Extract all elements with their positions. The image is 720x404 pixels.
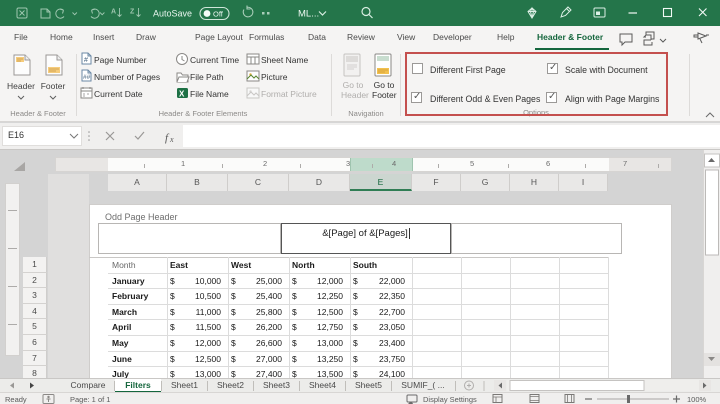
svg-text:ML...: ML... bbox=[298, 9, 319, 20]
svg-text:Footer: Footer bbox=[41, 81, 66, 91]
svg-text:#: # bbox=[84, 57, 88, 64]
svg-text:AutoSave: AutoSave bbox=[153, 9, 192, 19]
svg-text:X: X bbox=[179, 90, 185, 99]
svg-text:##: ## bbox=[83, 74, 91, 81]
svg-text:Off: Off bbox=[213, 10, 224, 19]
svg-text:Header: Header bbox=[7, 81, 35, 91]
svg-text:Z: Z bbox=[130, 9, 135, 16]
svg-text:x: x bbox=[169, 135, 174, 144]
svg-text:A: A bbox=[111, 9, 116, 16]
